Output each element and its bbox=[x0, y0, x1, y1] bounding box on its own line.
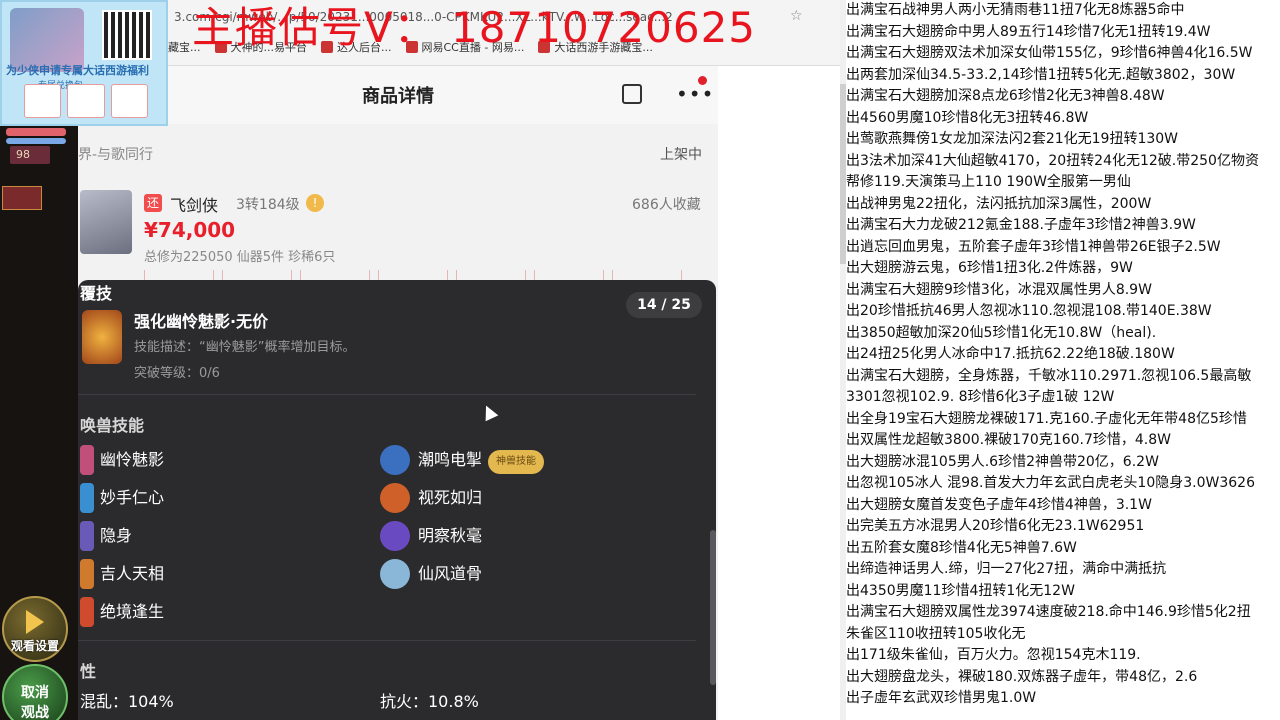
section-title: 性 bbox=[80, 662, 97, 681]
buff-icon[interactable] bbox=[2, 186, 42, 210]
listing-line: 出大翅膀游云鬼，6珍惜1扭3化.2件炼器，9W bbox=[846, 260, 1133, 276]
listing-line: 出子虚年玄武双珍惜男鬼1.0W bbox=[846, 690, 1037, 706]
listing-line: 帮修119.天演策马上110 190W全服第一男仙 bbox=[846, 174, 1131, 190]
listing-line: 出完美五方冰混男人20珍惜6化无23.1W62951 bbox=[846, 518, 1145, 534]
listing-notes-panel: 出满宝石战神男人两小无猜雨巷11扭7化无8炼器5命中出满宝石大翅膀命中男人89五… bbox=[840, 0, 1280, 720]
notification-dot bbox=[698, 76, 707, 85]
listing-line: 出满宝石大翅膀9珍惜3化，冰混双属性男人8.9W bbox=[846, 281, 1152, 298]
skill-icon bbox=[380, 559, 410, 589]
listing-line: 出4350男魔11珍惜4扭转1化无12W bbox=[846, 582, 1075, 599]
streamer-contact-overlay: 主播估号V： 18710720625 bbox=[192, 3, 757, 52]
play-icon bbox=[26, 610, 44, 634]
bookmark-star-icon[interactable]: ☆ bbox=[790, 8, 803, 24]
section-title: 唤兽技能 bbox=[80, 416, 145, 435]
listing-line: 出3850超敏加深20仙5珍惜1化无10.8W（heal). bbox=[846, 324, 1157, 341]
qr-code bbox=[102, 10, 152, 60]
skill-icon bbox=[80, 559, 94, 589]
pet-skill-item[interactable]: 仙风道骨 bbox=[380, 559, 482, 589]
watch-label: 观战 bbox=[21, 705, 49, 720]
coupon-row bbox=[24, 84, 148, 118]
page-counter: 14 / 25 bbox=[626, 292, 702, 318]
sheet-scrollbar[interactable] bbox=[710, 530, 716, 685]
listing-line: 出满宝石大翅膀双属性龙3974速度破218.命中146.9珍惜5化2扭 bbox=[846, 604, 1251, 620]
listing-line: 出大翅膀盘龙头，裸破180.双炼器子虚年，带48亿，2.6 bbox=[846, 668, 1198, 685]
listing-line: 出全身19宝石大翅膀龙裸破171.克160.子虚化无年带48亿5珍惜 bbox=[846, 410, 1247, 427]
listing-line: 出两套加深仙34.5-33.2,14珍惜1扭转5化无.超敏3802，30W bbox=[846, 66, 1236, 83]
skill-icon bbox=[80, 521, 94, 551]
pet-detail-sheet: 覆技 14 / 25 强化幽怜魅影·无价 技能描述：“幽怜魅影”概率增加目标。 … bbox=[78, 280, 716, 720]
pet-skill-item[interactable]: 幽怜魅影 bbox=[80, 445, 164, 475]
promo-title: 为少侠申请专属大话西游福利 bbox=[6, 64, 149, 77]
character-summary: 总修为225050 仙器5件 珍稀6只 bbox=[144, 250, 336, 265]
listing-line: 出满宝石大翅膀加深8点龙6珍惜2化无3神兽8.48W bbox=[846, 88, 1165, 104]
skill-icon bbox=[380, 445, 410, 475]
character-avatar bbox=[80, 190, 132, 254]
listing-line: 出莺歌燕舞傍1女龙加深法闪2套21化无19扭转130W bbox=[846, 131, 1179, 147]
divider bbox=[78, 640, 696, 641]
skill-level: 突破等级：0/6 bbox=[134, 366, 220, 381]
pet-skill-item[interactable]: 隐身 bbox=[80, 521, 132, 551]
listing-line: 出20珍惜抵抗46男人忽视冰110.忽视混108.带140E.38W bbox=[846, 303, 1212, 319]
pet-skill-item[interactable]: 绝境逢生 bbox=[80, 597, 164, 627]
skill-icon bbox=[80, 445, 94, 475]
listing-line: 出双属性龙超敏3800.裸破170克160.7珍惜，4.8W bbox=[846, 432, 1171, 448]
listing-line: 出缔造神话男人.缔，归一27化27扭，满命中满抵抗 bbox=[846, 561, 1167, 577]
listing-line: 出五阶套女魔8珍惜4化无5神兽7.6W bbox=[846, 539, 1077, 556]
skill-icon bbox=[380, 483, 410, 513]
server-name: 界-与歌同行 bbox=[78, 147, 154, 163]
cancel-watch-button[interactable]: 取消 观战 bbox=[2, 664, 68, 720]
listing-line: 朱雀区110收扭转105收化无 bbox=[846, 625, 1026, 642]
listing-line: 出大翅膀冰混105男人.6珍惜2神兽带20亿，6.2W bbox=[846, 453, 1159, 470]
hp-bar bbox=[6, 128, 66, 136]
listing-line: 出满宝石大翅膀双法术加深女仙带155亿，9珍惜6神兽4化16.5W bbox=[846, 45, 1253, 61]
pet-skill-item[interactable]: 明察秋毫 bbox=[380, 521, 482, 551]
more-icon[interactable]: ••• bbox=[676, 82, 714, 106]
cancel-label: 取消 bbox=[21, 685, 49, 701]
listing-line: 出战神男鬼22扭化，法闪抵抗加深3属性，200W bbox=[846, 195, 1152, 212]
listing-line: 出大翅膀女魔首发变色子虚年4珍惜4神兽，3.1W bbox=[846, 496, 1152, 513]
listing-line: 出满宝石大翅膀命中男人89五行14珍惜7化无1扭转19.4W bbox=[846, 23, 1211, 40]
pet-skill-item[interactable]: 视死如归 bbox=[380, 483, 482, 513]
bargain-tag: 还 bbox=[144, 194, 162, 212]
listing-line: 出满宝石大翅膀，全身炼器，千敏冰110.2971.忽视106.5最高敏 bbox=[846, 367, 1252, 384]
pet-skill-item[interactable]: 潮鸣电掣 神兽技能 bbox=[380, 445, 545, 475]
divider bbox=[78, 394, 696, 395]
watch-setting-label: 观看设置 bbox=[10, 639, 59, 653]
favorite-count: 686人收藏 bbox=[632, 197, 701, 213]
listing-line: 出逍忘回血男鬼，五阶套子虚年3珍惜1神兽带26E银子2.5W bbox=[846, 238, 1221, 255]
character-level: 3转184级 bbox=[236, 197, 300, 213]
listing-line: 出24扭25化男人冰命中17.抵抗62.22绝18破.180W bbox=[846, 346, 1175, 362]
listing-line: 出3法术加深41大仙超敏4170，20扭转24化无12破.带250亿物资 bbox=[846, 152, 1259, 169]
watch-setting-button[interactable]: 观看设置 bbox=[2, 596, 68, 662]
level-badge: 98 bbox=[10, 146, 50, 164]
share-icon[interactable] bbox=[622, 84, 642, 104]
listing-status: 上架中 bbox=[660, 147, 702, 163]
listing-line: 出4560男魔10珍惜8化无3扭转46.8W bbox=[846, 109, 1089, 126]
screen: 98 观看设置 取消 观战 3.com/cgi/mweb/...p/50/202… bbox=[0, 0, 1280, 720]
page-header: 商品详情 ••• bbox=[78, 66, 718, 124]
listing-line: 出满宝石大力龙破212氪金188.子虚年3珍惜2神兽3.9W bbox=[846, 217, 1196, 233]
skill-name: 强化幽怜魅影·无价 bbox=[134, 312, 269, 331]
listing-line: 出171级朱雀仙，百万火力。忽视154克木119. bbox=[846, 647, 1141, 663]
info-icon[interactable]: ! bbox=[306, 194, 324, 212]
skill-description: 技能描述：“幽怜魅影”概率增加目标。 bbox=[134, 340, 356, 355]
character-name: 飞剑侠 bbox=[170, 196, 219, 215]
skill-icon bbox=[80, 483, 94, 513]
listing-line: 3301忽视102.9. 8珍惜6化3子虚1破 12W bbox=[846, 389, 1115, 405]
mp-bar bbox=[6, 138, 66, 144]
skill-icon bbox=[380, 521, 410, 551]
pet-skill-item[interactable]: 妙手仁心 bbox=[80, 483, 164, 513]
skill-icon bbox=[80, 597, 94, 627]
price: ¥74,000 bbox=[144, 218, 236, 242]
section-title: 覆技 bbox=[80, 284, 113, 303]
pet-skill-item[interactable]: 吉人天相 bbox=[80, 559, 164, 589]
skill-icon bbox=[82, 310, 122, 364]
promo-banner[interactable]: 为少侠申请专属大话西游福利 专属兑换包 bbox=[0, 0, 168, 126]
attribute-value: 混乱：104% bbox=[80, 692, 174, 711]
listing-line: 出忽视105冰人 混98.首发大力年玄武白虎老头10隐身3.0W3626 bbox=[846, 475, 1255, 491]
attribute-value: 抗火：10.8% bbox=[380, 692, 479, 711]
divine-skill-badge: 神兽技能 bbox=[488, 450, 545, 474]
listing-line: 出满宝石战神男人两小无猜雨巷11扭7化无8炼器5命中 bbox=[846, 2, 1185, 18]
